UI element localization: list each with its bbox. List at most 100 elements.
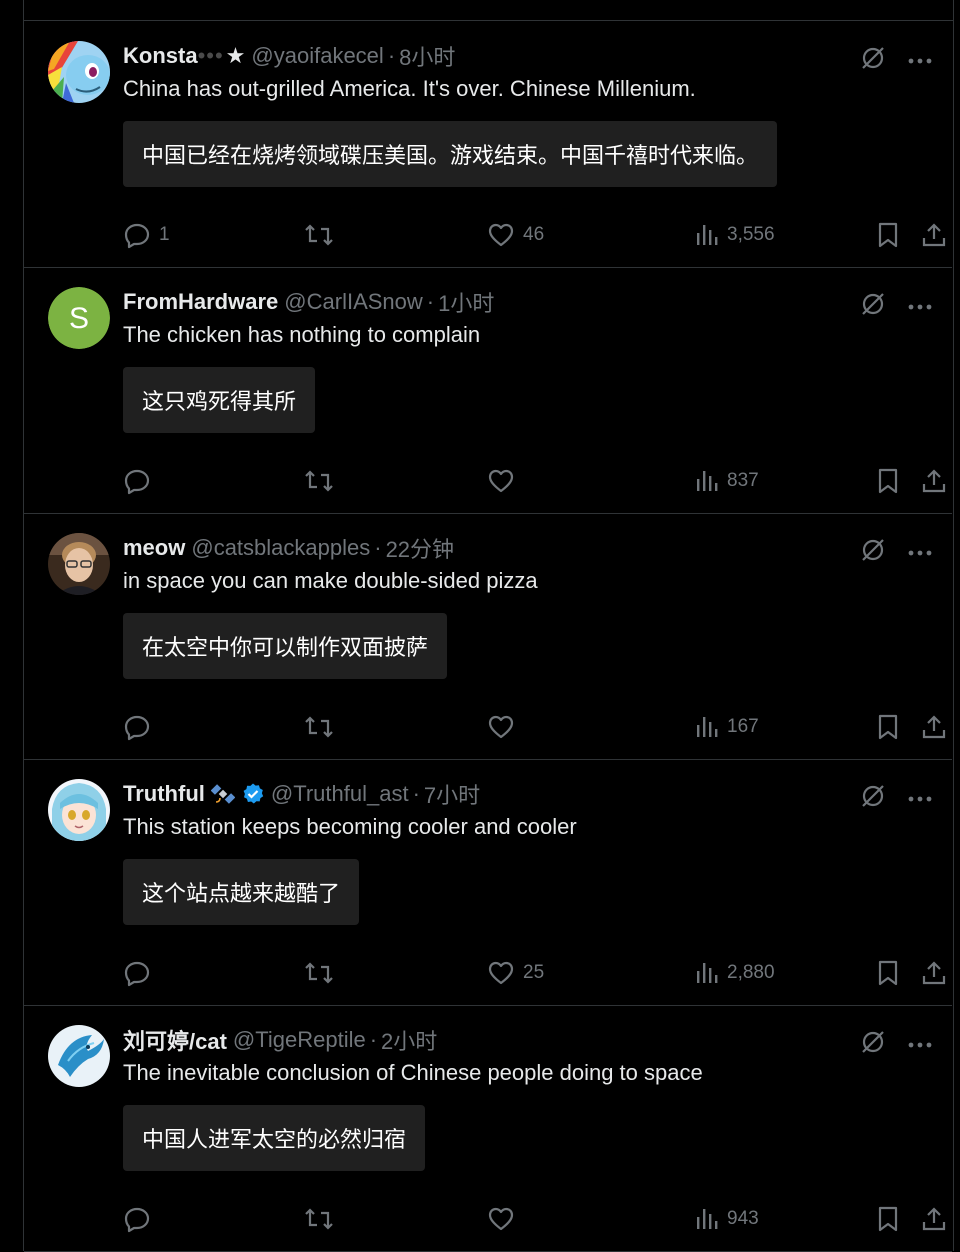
views-icon [695, 467, 719, 495]
reply-button[interactable]: 1 [123, 219, 170, 251]
star-icon: ★ [225, 43, 246, 68]
more-icon[interactable] [908, 52, 932, 70]
translation-box: 中国人进军太空的必然归宿 [123, 1105, 426, 1171]
like-button[interactable]: 46 [487, 219, 544, 251]
bookmark-icon [875, 713, 901, 741]
timestamp[interactable]: 8小时 [399, 40, 455, 72]
like-button[interactable] [487, 465, 523, 497]
bookmark-button[interactable] [875, 465, 901, 497]
tweet-top-actions [860, 783, 932, 814]
tweet[interactable]: Konsta ••• ★ @yaoifakecel · 8小时 China ha… [24, 21, 952, 268]
avatar[interactable]: S [48, 287, 110, 349]
avatar-letter: S [69, 302, 89, 335]
tweet-text: The chicken has nothing to complain [123, 322, 481, 347]
avatar[interactable] [48, 41, 110, 103]
handle[interactable]: @yaoifakecel [251, 43, 383, 69]
share-button[interactable] [921, 219, 947, 251]
retweet-button[interactable] [303, 219, 343, 251]
like-button[interactable] [487, 1203, 523, 1235]
timestamp[interactable]: 2小时 [381, 1024, 437, 1056]
retweet-button[interactable] [303, 711, 343, 743]
satellite-emoji [210, 782, 235, 806]
like-icon [487, 467, 515, 495]
like-button[interactable] [487, 711, 523, 743]
timestamp[interactable]: 1小时 [438, 286, 494, 318]
reply-button[interactable] [123, 465, 159, 497]
display-name[interactable]: 刘可婷/cat [123, 1024, 227, 1056]
translation-box: 这只鸡死得其所 [123, 367, 316, 433]
display-name[interactable]: Truthful [123, 781, 205, 807]
share-icon [921, 959, 947, 987]
views-button[interactable]: 3,556 [695, 219, 775, 251]
reply-button[interactable] [123, 1203, 159, 1235]
handle[interactable]: @CarlIASnow [284, 289, 423, 315]
grok-icon[interactable] [860, 291, 886, 322]
retweet-button[interactable] [303, 1203, 343, 1235]
bookmark-icon [875, 467, 901, 495]
share-icon [921, 1205, 947, 1233]
bookmark-button[interactable] [875, 219, 901, 251]
share-button[interactable] [921, 711, 947, 743]
separator-dot: · [369, 1027, 378, 1052]
tweet[interactable]: meow @catsblackapples · 22分钟 in space yo… [24, 513, 952, 760]
retweet-icon [303, 221, 335, 249]
tweet-top-actions [860, 1029, 932, 1060]
views-button[interactable]: 2,880 [695, 957, 775, 989]
tweet-text: in space you can make double-sided pizza [123, 568, 538, 593]
reply-button[interactable] [123, 711, 159, 743]
grok-icon[interactable] [860, 45, 886, 76]
bookmark-button[interactable] [875, 957, 901, 989]
tweet[interactable]: S FromHardware @CarlIASnow · 1小时 The chi… [24, 267, 952, 514]
tweet-actions: 25 2,880 [123, 957, 946, 989]
tweet-top-actions [860, 45, 932, 76]
grok-icon[interactable] [860, 783, 886, 814]
share-button[interactable] [921, 465, 947, 497]
share-button[interactable] [921, 1203, 947, 1235]
handle[interactable]: @catsblackapples [191, 535, 370, 561]
tweet[interactable]: 刘可婷/cat @TigeReptile · 2小时 The inevitabl… [24, 1005, 952, 1252]
views-icon [695, 713, 719, 741]
more-icon[interactable] [908, 544, 932, 562]
more-icon[interactable] [908, 790, 932, 808]
reply-icon [123, 1205, 151, 1233]
handle[interactable]: @TigeReptile [233, 1027, 366, 1053]
obscured-name: ••• [197, 43, 224, 68]
tweet-text: China has out-grilled America. It's over… [123, 76, 696, 101]
views-button[interactable]: 943 [695, 1203, 759, 1235]
like-button[interactable]: 25 [487, 957, 544, 989]
share-button[interactable] [921, 957, 947, 989]
tweet[interactable]: Truthful @Truthful_ast · 7小时 This statio… [24, 759, 952, 1006]
grok-icon[interactable] [860, 537, 886, 568]
tweet-actions: 837 [123, 465, 946, 497]
tweet-header: Konsta ••• ★ @yaoifakecel · 8小时 [123, 41, 455, 71]
avatar[interactable] [48, 779, 110, 841]
like-icon [487, 713, 515, 741]
timestamp[interactable]: 22分钟 [386, 532, 454, 564]
avatar[interactable] [48, 533, 110, 595]
avatar[interactable] [48, 1025, 110, 1087]
tweet-header: FromHardware @CarlIASnow · 1小时 [123, 287, 494, 317]
handle[interactable]: @Truthful_ast [271, 781, 409, 807]
views-button[interactable]: 837 [695, 465, 759, 497]
views-count: 943 [727, 1208, 759, 1229]
display-name[interactable]: meow [123, 535, 185, 561]
more-icon[interactable] [908, 1036, 932, 1054]
retweet-button[interactable] [303, 465, 343, 497]
more-icon[interactable] [908, 298, 932, 316]
tweet-actions: 943 [123, 1203, 946, 1235]
tweet-text: The inevitable conclusion of Chinese peo… [123, 1060, 703, 1085]
views-count: 167 [727, 716, 759, 737]
share-icon [921, 221, 947, 249]
verified-badge-icon[interactable] [241, 782, 265, 806]
timestamp[interactable]: 7小时 [424, 778, 480, 810]
views-button[interactable]: 167 [695, 711, 759, 743]
reply-button[interactable] [123, 957, 159, 989]
display-name[interactable]: FromHardware [123, 289, 278, 315]
bookmark-button[interactable] [875, 711, 901, 743]
bookmark-button[interactable] [875, 1203, 901, 1235]
bookmark-icon [875, 959, 901, 987]
grok-icon[interactable] [860, 1029, 886, 1060]
retweet-button[interactable] [303, 957, 343, 989]
display-name[interactable]: Konsta [123, 43, 198, 69]
like-count: 25 [523, 962, 545, 983]
